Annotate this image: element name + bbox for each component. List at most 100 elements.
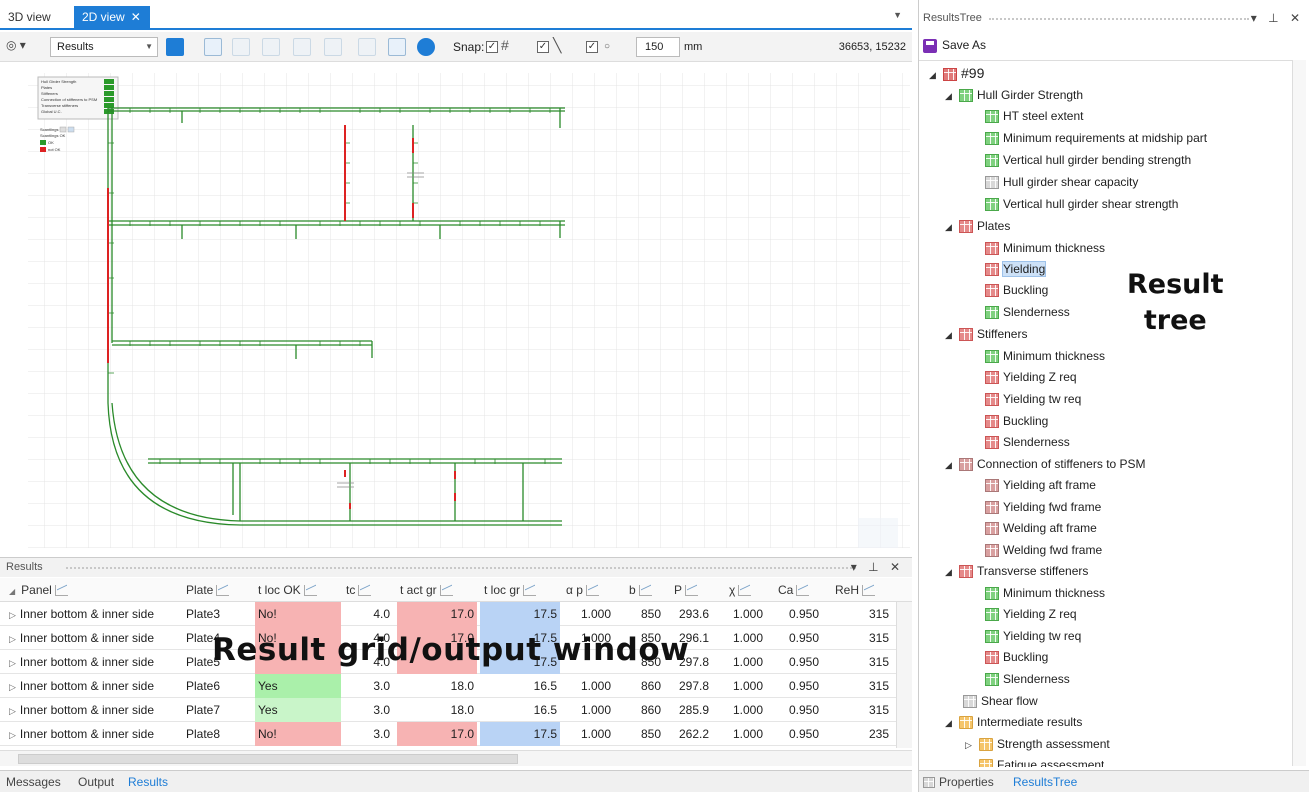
- scroll-thumb[interactable]: [18, 754, 518, 764]
- tree-caption: Result tree: [1127, 267, 1224, 339]
- tree-item[interactable]: Slenderness: [985, 432, 1070, 452]
- tree-item[interactable]: Minimum thickness: [985, 238, 1105, 258]
- tree-item[interactable]: Yielding Z req: [985, 604, 1077, 624]
- tab-results[interactable]: Results: [128, 775, 168, 789]
- column-header-p[interactable]: P: [671, 578, 711, 602]
- tab-messages[interactable]: Messages: [6, 775, 61, 789]
- tree-item[interactable]: Buckling: [985, 280, 1048, 300]
- stiffener-tool-button[interactable]: [262, 38, 280, 56]
- table-icon: [959, 220, 973, 234]
- grid-vertical-scrollbar[interactable]: [896, 602, 912, 748]
- tree-group[interactable]: ◢ Connection of stiffeners to PSM: [945, 454, 1146, 474]
- column-header-alpha-p[interactable]: α p: [563, 578, 613, 602]
- column-header-b[interactable]: b: [626, 578, 666, 602]
- tree-vertical-scrollbar[interactable]: [1292, 60, 1306, 766]
- table-row[interactable]: ▷ Inner bottom & inner side Plate7 Yes 3.…: [0, 698, 912, 722]
- tree-item[interactable]: Minimum requirements at midship part: [985, 128, 1207, 148]
- drag-handle[interactable]: [989, 18, 1249, 20]
- drawing-canvas[interactable]: Hull Girder Strength Plates Stiffeners C…: [0, 63, 912, 553]
- chevron-down-icon[interactable]: ▼: [893, 10, 902, 20]
- tab-properties[interactable]: Properties: [923, 775, 994, 789]
- chart-icon: [738, 585, 752, 597]
- tree-item[interactable]: Yielding aft frame: [985, 475, 1096, 495]
- tree-item[interactable]: Minimum thickness: [985, 583, 1105, 603]
- refresh-icon[interactable]: [417, 38, 435, 56]
- tree-group-intermediate[interactable]: ◢ Intermediate results: [945, 712, 1082, 732]
- tree-item[interactable]: Buckling: [985, 411, 1048, 431]
- column-header-chi[interactable]: χ: [726, 578, 766, 602]
- tree-item[interactable]: Buckling: [985, 647, 1048, 667]
- pointer-tool-button[interactable]: [232, 38, 250, 56]
- girder-tool-button[interactable]: [293, 38, 311, 56]
- tree-item[interactable]: Hull girder shear capacity: [985, 172, 1138, 192]
- tree-item-shear-flow[interactable]: Shear flow: [963, 691, 1038, 711]
- view-mode-select[interactable]: Results ▼: [50, 37, 158, 57]
- tree-caption-line2: tree: [1143, 305, 1207, 336]
- select-tool-button[interactable]: [204, 38, 222, 56]
- frame-tool-button[interactable]: [324, 38, 342, 56]
- tab-3d-view[interactable]: 3D view: [0, 6, 59, 28]
- tree-item[interactable]: HT steel extent: [985, 106, 1083, 126]
- snap-grid-checkbox[interactable]: ✓: [486, 41, 498, 53]
- point-icon: ○: [604, 41, 611, 52]
- chart-icon: [796, 585, 810, 597]
- tree-item[interactable]: Welding fwd frame: [985, 540, 1102, 560]
- column-header-t-loc-gr[interactable]: t loc gr: [481, 578, 561, 602]
- tree-item[interactable]: Minimum thickness: [985, 346, 1105, 366]
- panel-controls[interactable]: ▾ ⊥ ✕: [851, 560, 904, 574]
- results-tree-header: ResultsTree ▾ ⊥ ✕: [919, 10, 1309, 30]
- table-row[interactable]: ▷ Inner bottom & inner side Plate3 No! 4.…: [0, 602, 912, 626]
- grid-horizontal-scrollbar[interactable]: [0, 750, 912, 766]
- panel-controls[interactable]: ▾ ⊥ ✕: [1251, 11, 1304, 25]
- tree-root[interactable]: ◢ #99: [929, 63, 984, 83]
- close-icon[interactable]: ✕: [131, 10, 141, 24]
- column-header-tc[interactable]: tc: [343, 578, 393, 602]
- tree-item-strength[interactable]: ▷ Strength assessment: [965, 734, 1110, 754]
- column-header-ca[interactable]: Ca: [775, 578, 820, 602]
- tab-2d-view[interactable]: 2D view ✕: [74, 6, 150, 28]
- tree-item[interactable]: Slenderness: [985, 669, 1070, 689]
- table-row[interactable]: ▷ Inner bottom & inner side Plate8 No! 3.…: [0, 722, 912, 746]
- save-as-button[interactable]: Save As: [923, 34, 986, 56]
- color-mode-button[interactable]: [166, 38, 184, 56]
- legend-item: Global U.C.: [41, 109, 62, 114]
- tab-results-tree[interactable]: ResultsTree: [1013, 775, 1077, 789]
- column-header-t-act-gr[interactable]: t act gr: [397, 578, 477, 602]
- column-header-panel[interactable]: ◢ Panel: [6, 578, 176, 602]
- drag-handle[interactable]: [66, 567, 856, 569]
- tree-group[interactable]: ◢ Hull Girder Strength: [945, 85, 1083, 105]
- column-header-plate[interactable]: Plate: [183, 578, 253, 602]
- snap-line-checkbox[interactable]: ✓: [537, 41, 549, 53]
- column-header-t-loc-ok[interactable]: t loc OK: [255, 578, 340, 602]
- results-panel-title: Results: [6, 561, 43, 573]
- tree-group[interactable]: ◢ Transverse stiffeners: [945, 561, 1088, 581]
- results-tree-title: ResultsTree: [923, 12, 982, 24]
- table-icon: [985, 198, 999, 212]
- grid-icon: #: [501, 37, 509, 53]
- tree-item[interactable]: Vertical hull girder bending strength: [985, 150, 1191, 170]
- save-icon: [923, 38, 937, 53]
- tree-item[interactable]: Vertical hull girder shear strength: [985, 194, 1178, 214]
- tree-item-fatigue[interactable]: Fatigue assessment: [979, 755, 1104, 767]
- tree-item[interactable]: Yielding Z req: [985, 367, 1077, 387]
- tab-output[interactable]: Output: [78, 775, 114, 789]
- table-icon: [985, 393, 999, 407]
- tree-item[interactable]: Slenderness: [985, 302, 1070, 322]
- properties-icon: [923, 777, 935, 789]
- table-icon: [959, 565, 973, 579]
- tree-item[interactable]: Welding aft frame: [985, 518, 1097, 538]
- tree-item-selected[interactable]: Yielding: [985, 259, 1047, 279]
- snap-distance-input[interactable]: 150: [636, 37, 680, 57]
- tree-item[interactable]: Yielding tw req: [985, 389, 1081, 409]
- column-header-reh[interactable]: ReH: [832, 578, 882, 602]
- table-row[interactable]: ▷ Inner bottom & inner side Plate6 Yes 3.…: [0, 674, 912, 698]
- legend-scantlings-ok: Scantlings OK: [40, 133, 66, 138]
- profile-tool-button[interactable]: [388, 38, 406, 56]
- tree-group[interactable]: ◢ Stiffeners: [945, 324, 1027, 344]
- tree-group[interactable]: ◢ Plates: [945, 216, 1010, 236]
- tree-item[interactable]: Yielding tw req: [985, 626, 1081, 646]
- line-tool-button[interactable]: [358, 38, 376, 56]
- snap-point-checkbox[interactable]: ✓: [586, 41, 598, 53]
- tree-item[interactable]: Yielding fwd frame: [985, 497, 1101, 517]
- layers-icon[interactable]: ◎ ▾: [6, 38, 44, 56]
